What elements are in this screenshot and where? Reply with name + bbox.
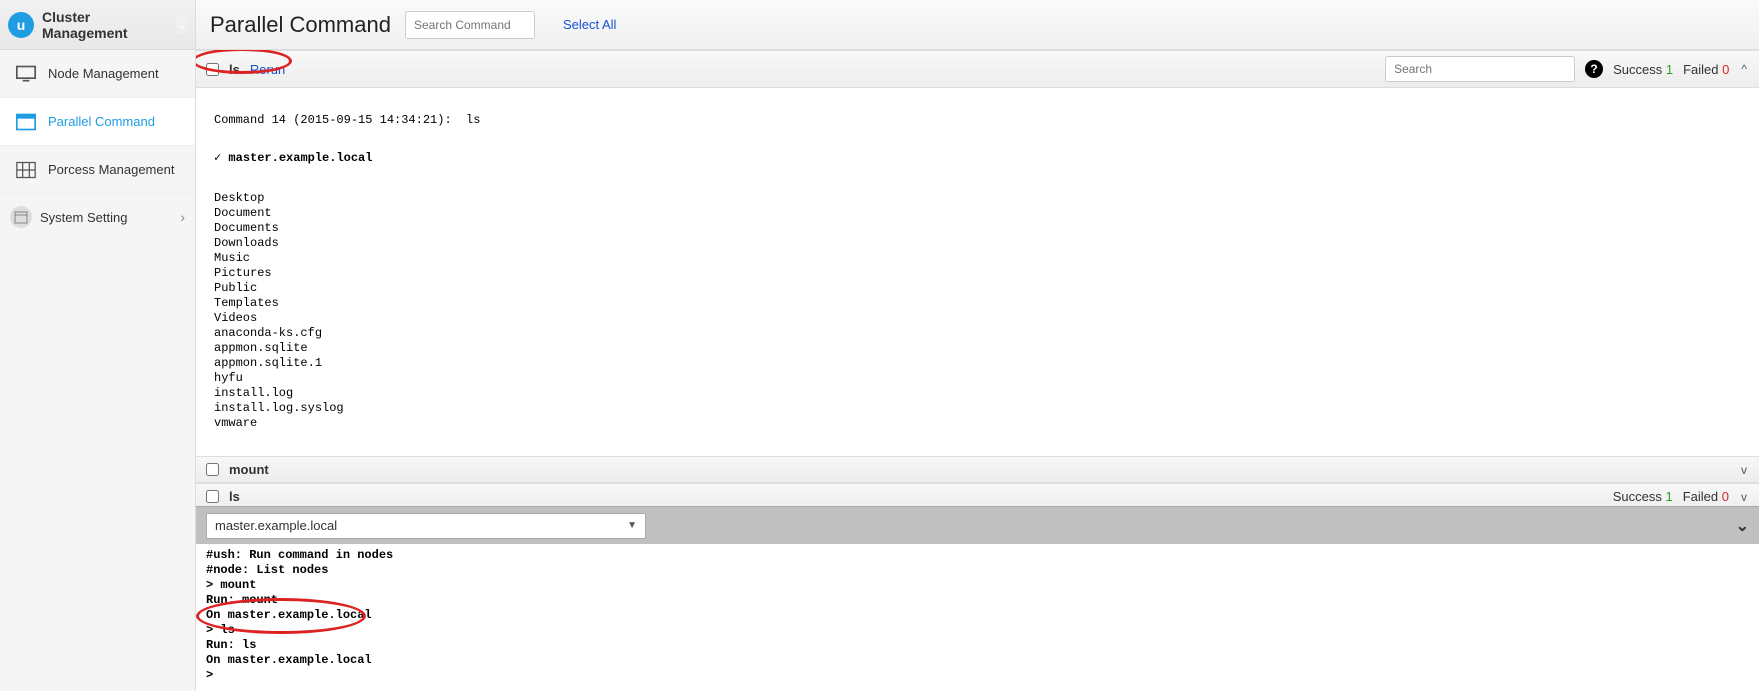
failed-stat: Failed 0: [1683, 62, 1729, 77]
page-title: Parallel Command: [210, 12, 391, 38]
chevron-down-icon: ▼: [627, 520, 637, 531]
sidebar-item-system-setting[interactable]: System Setting ›: [0, 194, 195, 240]
calendar-icon: [10, 206, 32, 228]
terminal-output[interactable]: #ush: Run command in nodes #node: List n…: [196, 544, 1759, 691]
select-all-link[interactable]: Select All: [563, 17, 616, 32]
command-name: mount: [229, 462, 269, 477]
command-name: ls: [229, 489, 240, 504]
sidebar: u Cluster Management ⌄ Node Management P…: [0, 0, 196, 691]
logo-icon: u: [8, 12, 34, 38]
command-row: ls Rerun ? Success 1 Failed 0 ^: [196, 50, 1759, 88]
sidebar-header[interactable]: u Cluster Management ⌄: [0, 0, 195, 50]
expand-icon[interactable]: v: [1739, 490, 1749, 504]
expand-icon[interactable]: v: [1739, 463, 1749, 477]
command-checkbox[interactable]: [206, 490, 219, 503]
sidebar-item-label: Porcess Management: [48, 162, 174, 177]
sidebar-item-node-management[interactable]: Node Management: [0, 50, 195, 98]
command-name: ls: [229, 62, 240, 77]
grid-icon: [14, 160, 38, 180]
command-output: Command 14 (2015-09-15 14:34:21): ls ✓ m…: [196, 88, 1759, 456]
sidebar-item-label: Node Management: [48, 66, 159, 81]
chevron-down-icon[interactable]: ⌄: [176, 17, 187, 33]
chevron-right-icon: ›: [180, 209, 185, 225]
sidebar-item-parallel-command[interactable]: Parallel Command: [0, 98, 195, 146]
monitor-icon: [14, 64, 38, 84]
bottom-bar: master.example.local ▼ ⌄: [196, 506, 1759, 544]
success-stat: Success 1: [1613, 62, 1673, 77]
terminal-icon: [14, 112, 38, 132]
collapse-icon[interactable]: ^: [1739, 62, 1749, 76]
node-select-value: master.example.local: [215, 518, 337, 533]
topbar: Parallel Command Select All: [196, 0, 1759, 50]
sidebar-item-label: Parallel Command: [48, 114, 155, 129]
help-icon[interactable]: ?: [1585, 60, 1603, 78]
sidebar-item-label: System Setting: [40, 210, 127, 225]
command-list[interactable]: ls Rerun ? Success 1 Failed 0 ^ Command …: [196, 50, 1759, 506]
output-search-input[interactable]: [1385, 56, 1575, 82]
main-content: Parallel Command Select All ls Rerun ? S…: [196, 0, 1759, 691]
node-select[interactable]: master.example.local ▼: [206, 513, 646, 539]
sidebar-title: Cluster Management: [42, 9, 176, 41]
command-checkbox[interactable]: [206, 63, 219, 76]
collapse-terminal-icon[interactable]: ⌄: [1736, 516, 1749, 536]
success-stat: Success 1: [1613, 489, 1673, 504]
output-host: ✓ master.example.local: [214, 151, 1741, 166]
command-checkbox[interactable]: [206, 463, 219, 476]
failed-stat: Failed 0: [1683, 489, 1729, 504]
command-row: mount v: [196, 456, 1759, 483]
search-command-input[interactable]: [405, 11, 535, 39]
rerun-link[interactable]: Rerun: [250, 62, 285, 77]
command-row: ls Success 1 Failed 0 v: [196, 483, 1759, 506]
sidebar-item-process-management[interactable]: Porcess Management: [0, 146, 195, 194]
